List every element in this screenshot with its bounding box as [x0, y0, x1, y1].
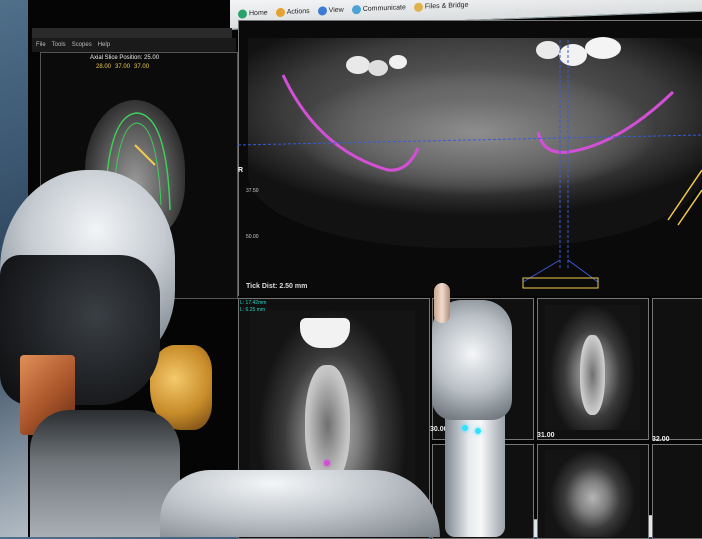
arm-light-icon [475, 428, 481, 434]
axial-value: 37.00 [115, 64, 131, 70]
slice-label: 31.00 [537, 432, 555, 439]
slice-label: 32.00 [652, 436, 670, 443]
menu-help[interactable]: Help [98, 42, 110, 48]
robot-finger [434, 283, 450, 323]
robot-neck [30, 410, 180, 537]
ruler-label: 37.50 [246, 188, 259, 194]
tick-distance-bottom: Tick Dist: 2.50 mm [246, 283, 308, 290]
actions-icon [275, 7, 285, 18]
axial-value: 37.00 [134, 64, 150, 70]
communicate-icon [351, 4, 361, 15]
measure-length: L: 17.42mm [240, 300, 267, 306]
cross-section-image [545, 450, 640, 537]
ruler-label: 50.00 [246, 234, 259, 240]
files-icon [413, 2, 423, 12]
robot-shoulder [160, 470, 440, 537]
nerve-canal-right [536, 90, 675, 154]
arm-light-icon [462, 425, 468, 431]
home-icon [238, 9, 247, 19]
bone-section [305, 365, 350, 485]
toolbar-home[interactable]: Home [238, 9, 268, 19]
menubar: File Tools Scopes Help [32, 38, 236, 52]
nerve-marker [324, 460, 330, 466]
toolbar-files[interactable]: Files & Bridge [413, 1, 468, 12]
panoramic-overlay [238, 37, 702, 289]
tooth-crown [300, 318, 350, 348]
toolbar-communicate[interactable]: Communicate [351, 3, 406, 15]
measure-length: L: 6.25 mm [240, 307, 266, 313]
axial-slice-values: 28.00 37.00 37.00 [96, 64, 149, 70]
view-icon [317, 6, 327, 16]
menu-file[interactable]: File [36, 42, 46, 48]
bone-section [580, 335, 605, 415]
window-titlebar [32, 28, 232, 38]
nerve-canal-left [281, 74, 420, 172]
toolbar-view[interactable]: View [317, 6, 344, 16]
cross-section-slice-32[interactable] [652, 298, 702, 440]
menu-scopes[interactable]: Scopes [72, 42, 92, 48]
axial-slice-title: Axial Slice Position: 25.00 [90, 55, 160, 61]
toolbar-actions[interactable]: Actions [275, 7, 310, 18]
axial-value: 28.00 [96, 64, 112, 70]
menu-tools[interactable]: Tools [52, 42, 66, 48]
tick-distance-top: Tick Dist: 1.00 mm [515, 8, 586, 17]
side-marker: R [238, 167, 244, 174]
cross-section-panel[interactable] [652, 444, 702, 539]
